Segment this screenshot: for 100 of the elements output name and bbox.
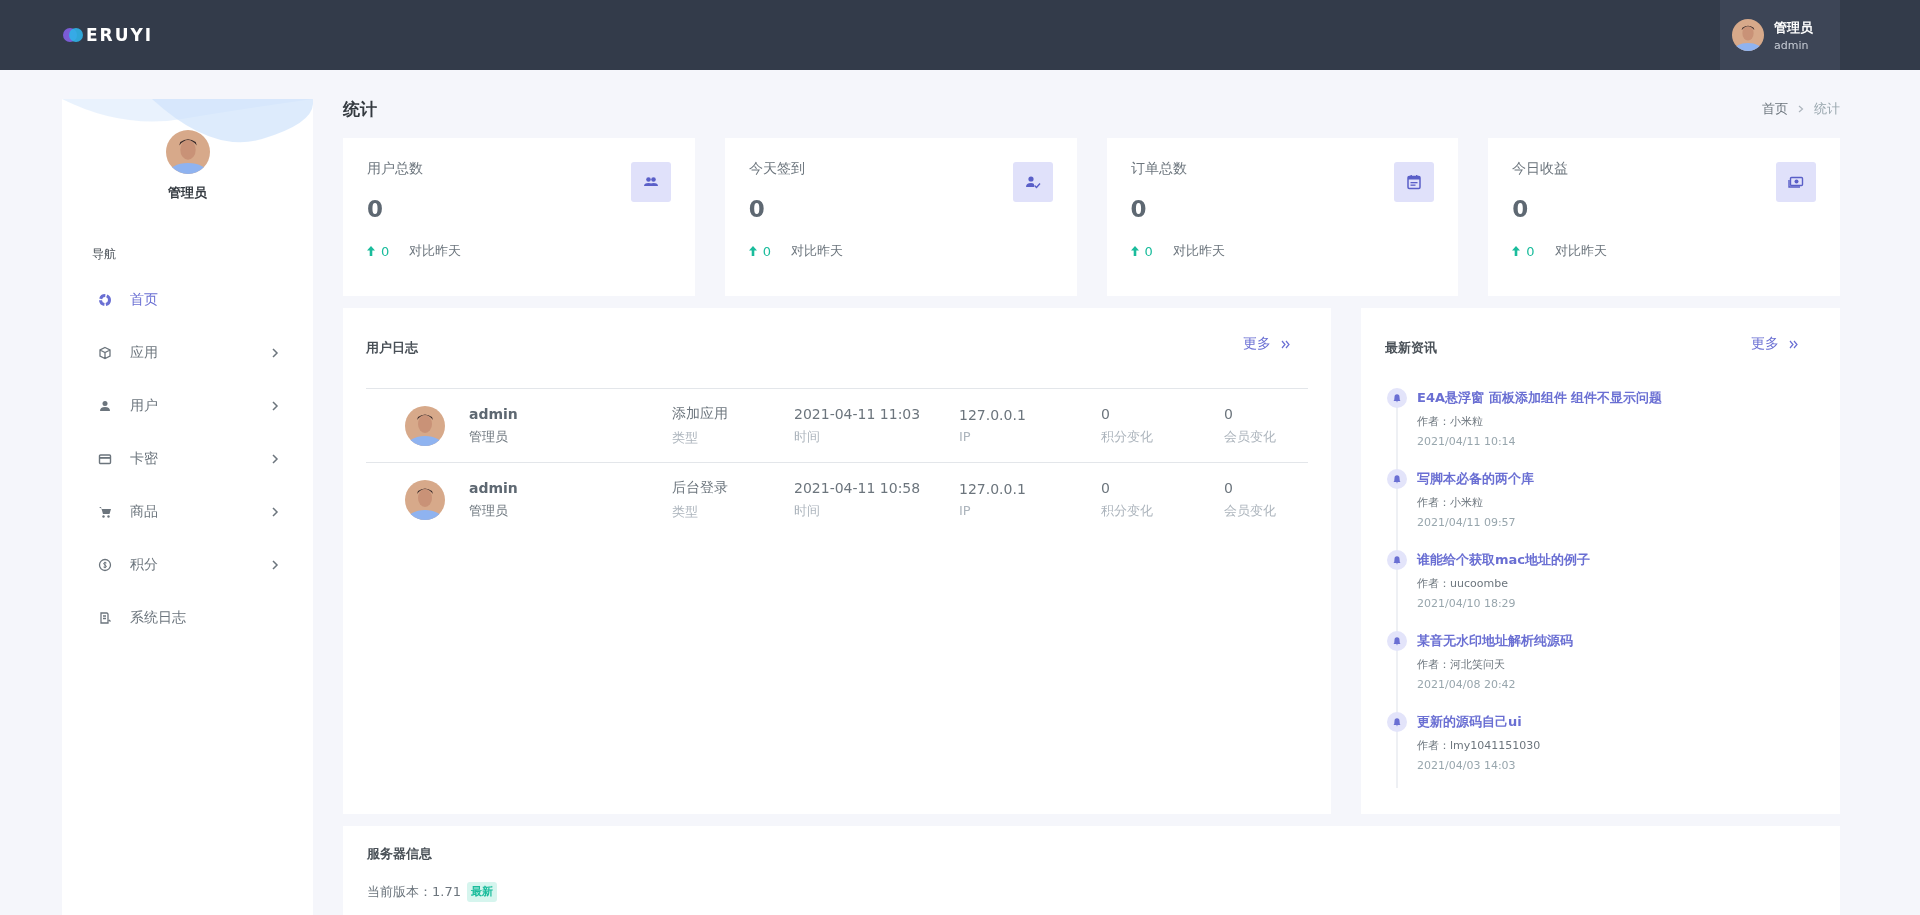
donut-icon — [98, 292, 112, 307]
version-text: 当前版本：1.71 — [367, 884, 461, 900]
news-date: 2021/04/08 20:42 — [1417, 678, 1517, 691]
log-time: 2021-04-11 10:58 — [794, 479, 922, 496]
chevron-right-icon — [271, 347, 279, 358]
log-field-label: 类型 — [672, 502, 699, 521]
log-field-label: IP — [959, 503, 972, 518]
stat-title: 订单总数 — [1130, 160, 1188, 178]
change-value: 0 — [1526, 243, 1535, 259]
log-field-label: 积分变化 — [1101, 427, 1154, 446]
nav-item[interactable]: 应用 — [62, 326, 313, 379]
arrow-up-icon — [1512, 246, 1521, 256]
card-title: 用户日志 — [366, 339, 418, 357]
arrow-up-icon — [1130, 246, 1139, 256]
nav-item[interactable]: 卡密 — [62, 432, 313, 485]
breadcrumb-item[interactable]: 首页 — [1762, 100, 1788, 118]
profile-name: 管理员 — [168, 184, 207, 202]
news-date: 2021/04/11 10:14 — [1417, 435, 1517, 448]
news-title-link[interactable]: 写脚本必备的两个库 — [1417, 469, 1534, 489]
log-ip: 127.0.0.1 — [959, 407, 1027, 423]
stat-value: 0 — [748, 196, 766, 222]
log-field-label: 会员变化 — [1224, 501, 1276, 520]
compare-label: 对比昨天 — [409, 242, 462, 260]
log-member: 0 — [1224, 405, 1234, 422]
chevron-right-icon — [1798, 105, 1804, 113]
person-icon — [98, 398, 112, 413]
coin-icon — [98, 557, 112, 572]
news-author: 作者：小米粒 — [1417, 414, 1484, 429]
log-ip: 127.0.0.1 — [959, 481, 1027, 497]
cart-icon — [98, 504, 112, 519]
log-user-name: admin — [469, 479, 519, 496]
checkin-icon — [1023, 173, 1042, 191]
news-title-link[interactable]: 更新的源码自己ui — [1417, 712, 1541, 732]
compare-label: 对比昨天 — [791, 242, 844, 260]
nav-item[interactable]: 商品 — [62, 485, 313, 538]
log-type: 后台登录 — [672, 478, 729, 497]
card-title: 服务器信息 — [367, 846, 433, 862]
change-value: 0 — [762, 243, 772, 259]
user-name: 管理员 — [1774, 18, 1813, 37]
news-author: 作者：uucoombe — [1417, 576, 1509, 591]
breadcrumb-item: 统计 — [1814, 100, 1840, 118]
log-field-label: 积分变化 — [1101, 501, 1154, 520]
more-link[interactable]: 更多 — [1751, 335, 1798, 353]
double-chevron-icon — [1281, 339, 1290, 349]
bell-icon — [1387, 631, 1407, 651]
news-title-link[interactable]: 谁能给个获取mac地址的例子 — [1417, 550, 1591, 570]
nav-item[interactable]: 用户 — [62, 379, 313, 432]
news-author: 作者：lmy1041151030 — [1417, 738, 1541, 753]
log-field-label: 类型 — [672, 428, 699, 447]
logo-icon — [62, 27, 84, 43]
stat-value: 0 — [1512, 196, 1530, 222]
double-chevron-icon — [1789, 339, 1798, 349]
bell-icon — [1387, 469, 1407, 489]
change-value: 0 — [1144, 243, 1153, 259]
log-user-name: admin — [469, 405, 519, 422]
stat-value: 0 — [367, 196, 384, 222]
nav-item[interactable]: 系统日志 — [62, 591, 313, 644]
compare-label: 对比昨天 — [1172, 242, 1225, 260]
chevron-right-icon — [271, 453, 279, 464]
news-title-link[interactable]: E4A悬浮窗 面板添加组件 组件不显示问题 — [1417, 388, 1663, 408]
news-title-link[interactable]: 某音无水印地址解析纯源码 — [1417, 631, 1573, 651]
compare-label: 对比昨天 — [1554, 242, 1607, 260]
nav-section-label: 导航 — [92, 246, 116, 263]
page-title: 统计 — [343, 97, 377, 121]
chevron-right-icon — [271, 506, 279, 517]
chevron-right-icon — [271, 400, 279, 411]
stat-title: 用户总数 — [367, 160, 424, 178]
arrow-up-icon — [748, 246, 757, 256]
log-icon — [98, 610, 112, 625]
log-time: 2021-04-11 11:03 — [794, 405, 922, 422]
log-points: 0 — [1101, 479, 1111, 496]
news-author: 作者：河北笑问天 — [1417, 657, 1506, 672]
log-user-role: 管理员 — [469, 501, 509, 520]
more-link[interactable]: 更多 — [1243, 335, 1290, 353]
latest-badge: 最新 — [466, 882, 497, 902]
bell-icon — [1387, 712, 1407, 732]
nav-item[interactable]: 积分 — [62, 538, 313, 591]
log-type: 添加应用 — [672, 404, 729, 423]
card-title: 最新资讯 — [1385, 339, 1437, 357]
log-field-label: 会员变化 — [1224, 427, 1276, 446]
log-field-label: IP — [959, 429, 972, 444]
nav-item[interactable]: 首页 — [62, 273, 313, 326]
calendar-icon — [1405, 173, 1424, 191]
user-role: admin — [1774, 38, 1810, 52]
stat-title: 今天签到 — [748, 160, 806, 178]
bell-icon — [1387, 550, 1407, 570]
log-field-label: 时间 — [794, 427, 821, 446]
log-points: 0 — [1101, 405, 1111, 422]
arrow-up-icon — [367, 246, 375, 256]
bell-icon — [1387, 388, 1407, 408]
log-member: 0 — [1224, 479, 1234, 496]
card-icon — [98, 451, 112, 466]
stat-value: 0 — [1130, 196, 1148, 222]
news-date: 2021/04/10 18:29 — [1417, 597, 1517, 610]
user-menu[interactable]: 管理员 admin — [1720, 0, 1840, 70]
news-date: 2021/04/03 14:03 — [1417, 759, 1517, 772]
change-value: 0 — [381, 243, 390, 259]
cube-icon — [98, 345, 112, 360]
log-field-label: 时间 — [794, 501, 821, 520]
stat-title: 今日收益 — [1512, 160, 1570, 178]
